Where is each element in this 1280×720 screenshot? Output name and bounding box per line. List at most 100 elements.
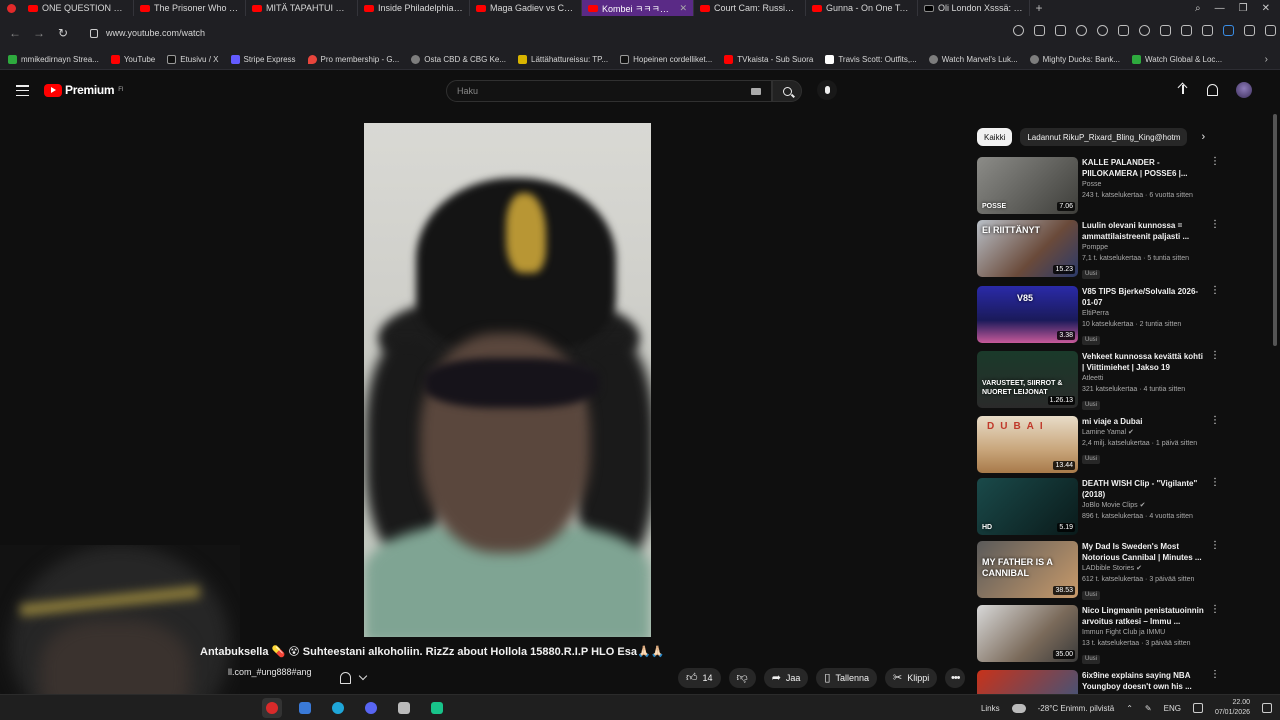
chip-uploader[interactable]: Ladannut RikuP_Rixard_Bling_King@hotm xyxy=(1020,128,1188,146)
avatar[interactable] xyxy=(1236,82,1252,98)
bookmark-item[interactable]: Mighty Ducks: Bank... xyxy=(1029,55,1120,64)
video-thumbnail[interactable]: 35.00 xyxy=(977,605,1078,662)
youtube-premium-logo[interactable]: Premium FI xyxy=(44,83,124,97)
menu-icon[interactable] xyxy=(1265,25,1276,36)
reload-icon[interactable]: ↻ xyxy=(56,26,70,40)
video-thumbnail[interactable]: MY FATHER IS A CANNIBAL 38.53 xyxy=(977,541,1078,598)
wallet-icon[interactable] xyxy=(1244,25,1255,36)
discord-app-icon[interactable] xyxy=(361,698,381,718)
recommendation-item[interactable]: 6ix9ine explains saying NBA Youngboy doe… xyxy=(977,670,1222,694)
recommendation-item[interactable]: MY FATHER IS A CANNIBAL 38.53 My Dad Is … xyxy=(977,541,1222,600)
bookmark-item[interactable]: Hopeinen cordelliket... xyxy=(620,55,712,64)
weather-text[interactable]: -28°C Enimm. pilvistä xyxy=(1038,704,1115,713)
search-button[interactable] xyxy=(772,80,802,102)
browser-tab[interactable]: The Prisoner Who Made th xyxy=(134,0,246,16)
bookmark-item[interactable]: YouTube xyxy=(110,55,155,64)
browser-tab[interactable]: MITÄ TAPAHTUI HOTELLI xyxy=(246,0,358,16)
more-actions-icon[interactable]: ••• xyxy=(945,668,966,688)
like-button[interactable]: 👍︎ 14 xyxy=(678,668,721,688)
create-icon[interactable] xyxy=(1177,83,1189,97)
download-icon[interactable] xyxy=(1160,25,1171,36)
dislike-button[interactable]: 👎︎ xyxy=(728,668,756,688)
browser-tab-active[interactable]: Kombei ㅋㅋㅋㅋㅊㅊ😂😂✕ xyxy=(582,0,694,16)
chip-all[interactable]: Kaikki xyxy=(977,128,1013,146)
kebab-menu-icon[interactable]: ⋮ xyxy=(1210,351,1220,361)
video-thumbnail[interactable]: DUBAI 13.44 xyxy=(977,416,1078,473)
voice-search-button[interactable] xyxy=(817,80,837,100)
chevron-down-icon[interactable] xyxy=(358,671,368,681)
recommendation-item[interactable]: HD 5.19 DEATH WISH Clip - "Vigilante" (2… xyxy=(977,478,1222,536)
tray-chevron-icon[interactable]: ⌃ xyxy=(1126,704,1133,713)
browser-tab[interactable]: Court Cam: Russian Man xyxy=(694,0,806,16)
video-thumbnail[interactable]: V85 3.38 xyxy=(977,286,1078,343)
kebab-menu-icon[interactable]: ⋮ xyxy=(1210,541,1220,551)
vpn-icon[interactable] xyxy=(1097,25,1108,36)
recommendation-item[interactable]: EI RIITTÄNYT 15.23 Luulin olevani kunnos… xyxy=(977,220,1222,279)
minimize-icon[interactable]: — xyxy=(1215,3,1225,14)
bookmark-item[interactable]: Osta CBD & CBG Ke... xyxy=(411,55,506,64)
browser-tab[interactable]: ONE QUESTION GO IS BA xyxy=(22,0,134,16)
pen-icon[interactable]: ✎ xyxy=(1145,704,1152,713)
bookmark-item[interactable]: Watch Global & Loc... xyxy=(1132,55,1222,64)
video-player[interactable] xyxy=(364,123,651,637)
kebab-menu-icon[interactable]: ⋮ xyxy=(1210,220,1220,230)
hamburger-menu-icon[interactable] xyxy=(16,85,29,96)
search-tabs-icon[interactable]: ⌕ xyxy=(1195,3,1201,14)
obs-app-icon[interactable] xyxy=(427,698,447,718)
links-toolbar[interactable]: Links xyxy=(981,704,1000,713)
play-icon[interactable] xyxy=(1118,25,1129,36)
clock[interactable]: 22.00 07/01/2026 xyxy=(1215,698,1250,718)
search-input[interactable]: Haku xyxy=(446,80,772,102)
edge-app-icon[interactable] xyxy=(328,698,348,718)
more-bookmarks-icon[interactable]: › xyxy=(1265,54,1268,65)
kebab-menu-icon[interactable]: ⋮ xyxy=(1210,416,1220,426)
video-thumbnail[interactable] xyxy=(977,670,1078,694)
video-thumbnail[interactable]: HD 5.19 xyxy=(977,478,1078,535)
bookmark-item[interactable]: Travis Scott: Outfits,... xyxy=(825,55,917,64)
recommendation-item[interactable]: VARUSTEET, SIIRROT & NUORET LEIJONAT 1.2… xyxy=(977,351,1222,410)
share-button[interactable]: ➦ Jaa xyxy=(763,668,809,688)
zoom-icon[interactable] xyxy=(1013,25,1024,36)
aria-icon[interactable] xyxy=(1223,25,1234,36)
network-icon[interactable] xyxy=(1192,703,1203,713)
page-scrollbar[interactable] xyxy=(1273,114,1277,346)
close-tab-icon[interactable]: ✕ xyxy=(679,3,687,14)
kebab-menu-icon[interactable]: ⋮ xyxy=(1210,670,1220,680)
weather-icon[interactable] xyxy=(1011,703,1026,713)
bookmark-item[interactable]: mmikedirnayn Strea... xyxy=(8,55,99,64)
camera-icon[interactable] xyxy=(1055,25,1066,36)
bookmark-item[interactable]: Stripe Express xyxy=(230,55,296,64)
save-button[interactable]: ▯ Tallenna xyxy=(816,668,878,688)
browser-tab[interactable]: Oli London Xsssä: "Transg xyxy=(918,0,1030,16)
kebab-menu-icon[interactable]: ⋮ xyxy=(1210,605,1220,615)
new-tab-button[interactable]: + xyxy=(1030,1,1048,15)
subscribe-bell-icon[interactable] xyxy=(340,672,351,684)
browser-tab[interactable]: Maga Gadiev vs Claudia xyxy=(470,0,582,16)
bookmark-item[interactable]: Lättähattureissu: TP... xyxy=(518,55,608,64)
screenshot-icon[interactable] xyxy=(1034,25,1045,36)
video-thumbnail[interactable]: POSSE 7.06 xyxy=(977,157,1078,214)
kebab-menu-icon[interactable]: ⋮ xyxy=(1210,157,1220,167)
address-field[interactable]: www.youtube.com/watch xyxy=(90,28,990,38)
bookmark-item[interactable]: Watch Marvel's Luk... xyxy=(928,55,1018,64)
browser-logo-icon[interactable] xyxy=(0,0,22,16)
notifications-bell-icon[interactable] xyxy=(1207,84,1218,96)
recommendation-item[interactable]: V85 3.38 V85 TIPS Bjerke/Solvalla 2026-0… xyxy=(977,286,1222,345)
opera-app-icon[interactable] xyxy=(262,698,282,718)
language-indicator[interactable]: ENG xyxy=(1164,704,1181,713)
recommendation-item[interactable]: POSSE 7.06 KALLE PALANDER - PIILOKAMERA … xyxy=(977,157,1222,215)
video-thumbnail[interactable]: EI RIITTÄNYT 15.23 xyxy=(977,220,1078,277)
browser-tab[interactable]: Inside Philadelphia's Real xyxy=(358,0,470,16)
channel-name[interactable]: ll.com_#ung888#ang xyxy=(228,667,312,677)
video-thumbnail[interactable]: VARUSTEET, SIIRROT & NUORET LEIJONAT 1.2… xyxy=(977,351,1078,408)
close-window-icon[interactable]: ✕ xyxy=(1262,3,1270,14)
kebab-menu-icon[interactable]: ⋮ xyxy=(1210,286,1220,296)
heart-icon[interactable] xyxy=(1139,25,1150,36)
keyboard-icon[interactable] xyxy=(751,87,761,95)
bookmark-item[interactable]: TVkaista - Sub Suora xyxy=(724,55,813,64)
maximize-icon[interactable]: ❐ xyxy=(1239,3,1248,14)
bookmark-item[interactable]: Etusivu / X xyxy=(167,55,219,64)
extension-icon[interactable] xyxy=(1202,25,1213,36)
back-icon[interactable]: ← xyxy=(8,26,22,40)
app-icon[interactable] xyxy=(394,698,414,718)
